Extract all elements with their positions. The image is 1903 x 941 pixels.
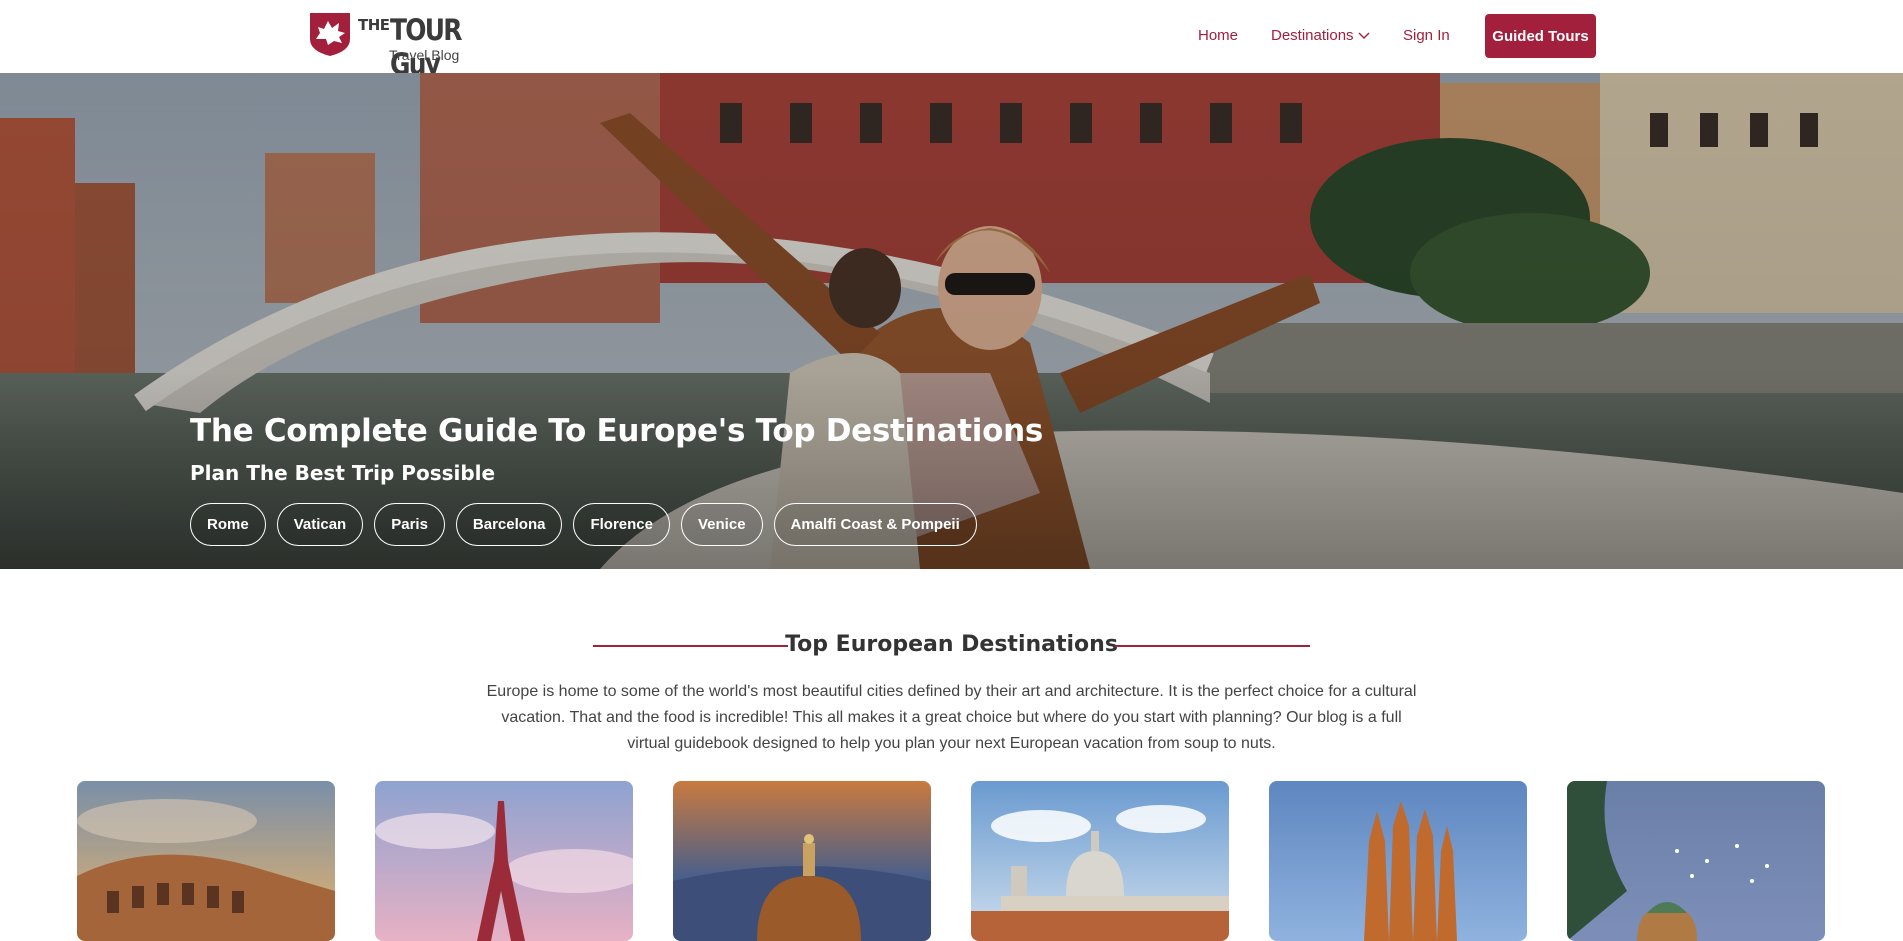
- card-florence[interactable]: [673, 781, 931, 941]
- nav-destinations-label: Destinations: [1271, 27, 1354, 44]
- sagrada-familia-image: [1269, 781, 1527, 941]
- pill-venice[interactable]: Venice: [681, 503, 763, 546]
- card-rome[interactable]: [77, 781, 335, 941]
- destination-pills: Rome Vatican Paris Barcelona Florence Ve…: [190, 503, 977, 546]
- guided-tours-button[interactable]: Guided Tours: [1485, 14, 1596, 58]
- pill-amalfi-pompeii[interactable]: Amalfi Coast & Pompeii: [773, 503, 977, 546]
- logo-emblem-icon: [310, 13, 350, 56]
- pill-rome[interactable]: Rome: [190, 503, 266, 546]
- pill-barcelona[interactable]: Barcelona: [455, 503, 563, 546]
- section-heading: Top European Destinations: [593, 632, 1310, 658]
- card-paris[interactable]: [375, 781, 633, 941]
- hero-banner: The Complete Guide To Europe's Top Desti…: [0, 73, 1903, 569]
- card-venice[interactable]: [971, 781, 1229, 941]
- colosseum-image: [77, 781, 335, 941]
- heading-divider-right: [1115, 645, 1310, 647]
- hero-subtitle: Plan The Best Trip Possible: [190, 461, 496, 485]
- venice-basilica-image: [971, 781, 1229, 941]
- eiffel-tower-image: [375, 781, 633, 941]
- nav-destinations-dropdown[interactable]: Destinations: [1271, 27, 1370, 44]
- amalfi-coast-image: [1567, 781, 1825, 941]
- hero-overlay: [0, 73, 1903, 569]
- pill-florence[interactable]: Florence: [573, 503, 670, 546]
- logo-tagline: Travel Blog: [389, 47, 460, 63]
- section-description: Europe is home to some of the world's mo…: [486, 683, 1417, 752]
- site-logo[interactable]: THE TOUR Guy Travel Blog: [306, 9, 516, 81]
- site-header: THE TOUR Guy Travel Blog Home Destinatio…: [0, 0, 1903, 81]
- logo-the: THE: [358, 16, 390, 34]
- nav-home-link[interactable]: Home: [1198, 27, 1238, 44]
- card-amalfi[interactable]: [1567, 781, 1825, 941]
- card-barcelona[interactable]: [1269, 781, 1527, 941]
- pill-paris[interactable]: Paris: [374, 503, 445, 546]
- chevron-down-icon: [1358, 32, 1370, 39]
- nav-signin-link[interactable]: Sign In: [1403, 27, 1450, 44]
- pill-vatican[interactable]: Vatican: [276, 503, 364, 546]
- hero-title: The Complete Guide To Europe's Top Desti…: [190, 413, 1044, 449]
- florence-duomo-image: [673, 781, 931, 941]
